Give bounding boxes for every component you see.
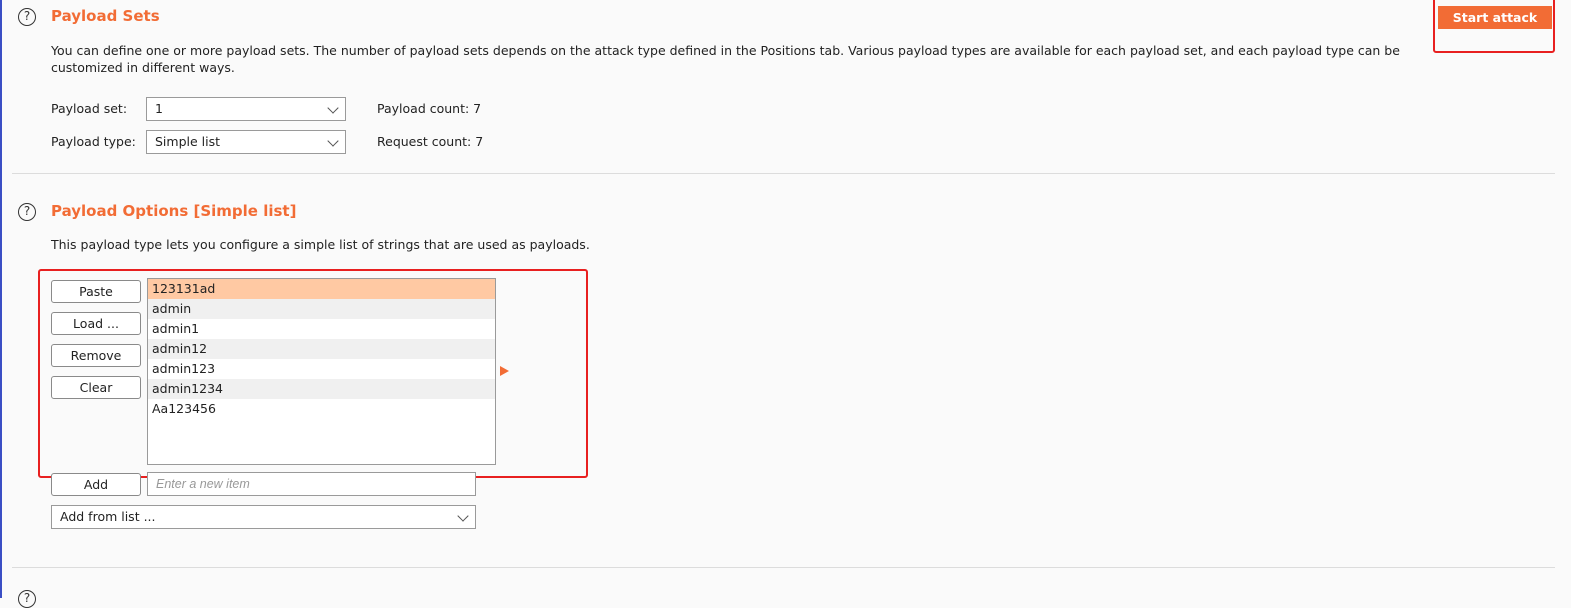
request-count: Request count: 7 <box>377 134 484 149</box>
new-item-input[interactable] <box>147 472 476 496</box>
payload-sets-title: Payload Sets <box>51 7 160 25</box>
payload-set-label: Payload set: <box>51 101 128 116</box>
payload-set-select[interactable]: 1 <box>146 97 346 121</box>
payload-sets-description: You can define one or more payload sets.… <box>51 43 1400 75</box>
payload-options-description: This payload type lets you configure a s… <box>51 237 590 252</box>
chevron-down-icon <box>457 510 469 522</box>
add-button[interactable]: Add <box>51 473 141 496</box>
section-divider <box>12 173 1555 174</box>
section-divider <box>12 567 1555 568</box>
payload-type-label: Payload type: <box>51 134 136 149</box>
help-icon[interactable]: ? <box>18 590 36 608</box>
help-icon[interactable]: ? <box>18 203 36 221</box>
add-from-list-value: Add from list ... <box>60 509 156 524</box>
window-left-border <box>0 0 2 598</box>
chevron-down-icon <box>327 102 339 114</box>
start-attack-highlight-box <box>1433 0 1555 53</box>
payload-type-select[interactable]: Simple list <box>146 130 346 154</box>
payload-list-highlight-box <box>38 269 588 478</box>
payload-type-value: Simple list <box>155 134 221 149</box>
chevron-down-icon <box>327 135 339 147</box>
payload-count: Payload count: 7 <box>377 101 482 116</box>
add-from-list-select[interactable]: Add from list ... <box>51 505 476 529</box>
payload-set-value: 1 <box>155 101 163 116</box>
payload-options-title: Payload Options [Simple list] <box>51 202 297 220</box>
help-icon[interactable]: ? <box>18 8 36 26</box>
